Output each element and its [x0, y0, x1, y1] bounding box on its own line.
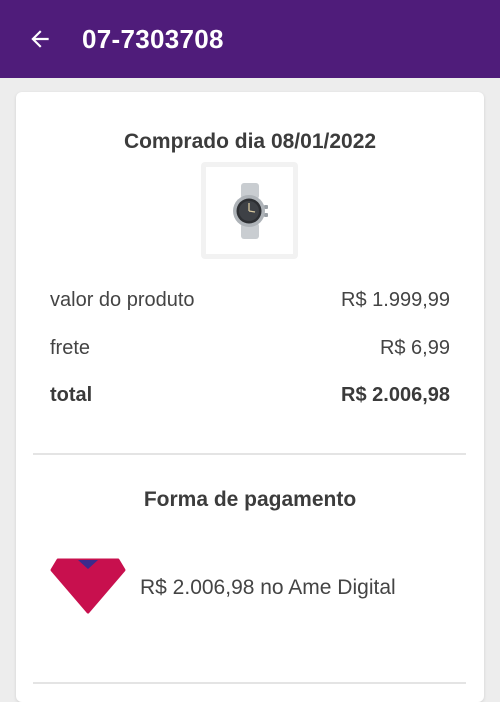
- order-details-card: Comprado dia 08/01/2022 valor do produto…: [16, 92, 484, 702]
- section-divider-bottom: [33, 682, 466, 684]
- payment-heading: Forma de pagamento: [143, 488, 357, 511]
- product-value-row: valor do produto R$ 1.999,99: [50, 289, 450, 312]
- ame-digital-icon: [50, 558, 126, 614]
- arrow-left-icon: [31, 30, 49, 48]
- payment-method-text: R$ 2.006,98 no Ame Digital: [140, 576, 396, 599]
- product-value-amount: R$ 1.999,99: [341, 289, 450, 311]
- shipping-amount: R$ 6,99: [379, 337, 450, 359]
- shipping-row: frete R$ 6,99: [50, 337, 450, 360]
- product-value-label: valor do produto: [50, 289, 195, 311]
- section-divider: [33, 453, 466, 455]
- product-thumbnail[interactable]: [201, 162, 298, 259]
- order-number-title: 07-7303708: [82, 23, 224, 54]
- app-bar: 07-7303708: [0, 0, 500, 78]
- total-label: total: [50, 384, 93, 406]
- back-button[interactable]: [22, 21, 58, 57]
- purchase-date: Comprado dia 08/01/2022: [123, 130, 377, 153]
- smartwatch-icon: [232, 182, 268, 239]
- shipping-label: frete: [50, 337, 91, 359]
- total-amount: R$ 2.006,98: [341, 384, 450, 406]
- total-row: total R$ 2.006,98: [50, 384, 450, 407]
